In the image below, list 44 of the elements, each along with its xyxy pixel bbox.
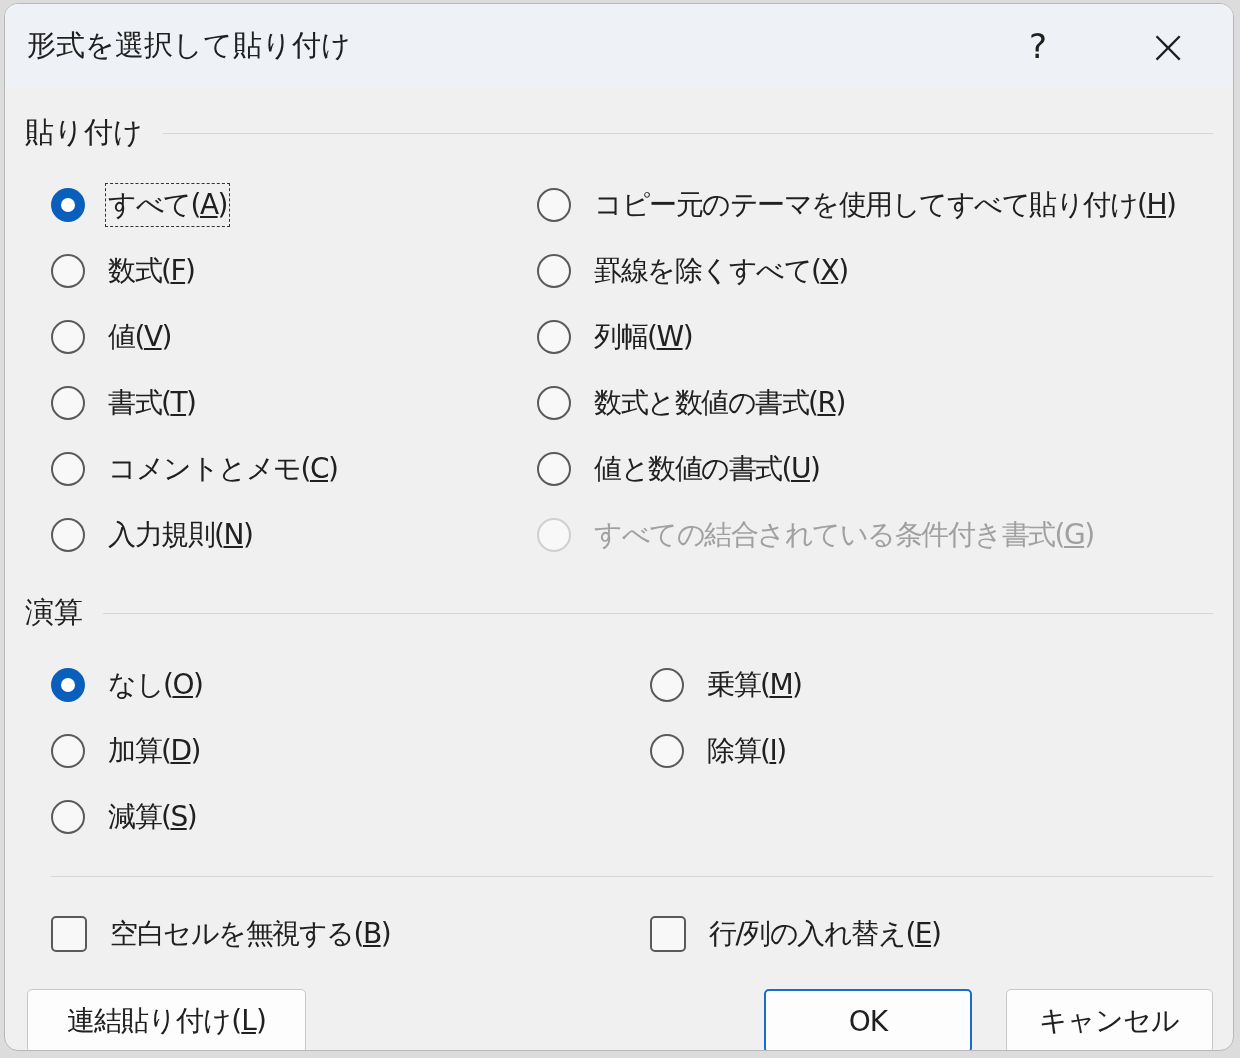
option-label[interactable]: 減算(S) [105, 795, 200, 839]
radio-button[interactable] [51, 320, 85, 354]
dialog-button[interactable]: 連結貼り付け(L) [27, 989, 307, 1050]
option-label[interactable]: 値と数値の書式(U) [591, 447, 823, 491]
radio-button[interactable] [51, 254, 85, 288]
option-label[interactable]: すべて(A) [105, 183, 231, 227]
option-label[interactable]: 数式と数値の書式(R) [591, 381, 848, 425]
option-label[interactable]: コピー元のテーマを使用してすべて貼り付け(H) [591, 183, 1179, 227]
radio-button[interactable] [51, 452, 85, 486]
close-button[interactable]: × [1103, 4, 1233, 88]
dialog-button[interactable]: キャンセル [1005, 989, 1213, 1050]
help-button[interactable]: ? [973, 4, 1103, 88]
radio-button[interactable] [537, 452, 571, 486]
radio-button[interactable] [51, 668, 85, 702]
radio-button[interactable] [537, 386, 571, 420]
checkbox[interactable] [650, 916, 686, 952]
radio-button[interactable] [537, 320, 571, 354]
option-label[interactable]: 罫線を除くすべて(X) [591, 249, 851, 293]
radio-button[interactable] [650, 734, 684, 768]
option-label[interactable]: 入力規則(N) [105, 513, 256, 557]
radio-button[interactable] [51, 188, 85, 222]
checkbox[interactable] [51, 916, 87, 952]
option-label[interactable]: 書式(T) [105, 381, 199, 425]
option-label[interactable]: 加算(D) [105, 729, 203, 773]
radio-button[interactable] [51, 734, 85, 768]
option-label[interactable]: 数式(F) [105, 249, 198, 293]
section-label: 貼り付け [25, 114, 143, 151]
option-label[interactable]: 乗算(M) [704, 663, 805, 707]
radio-button[interactable] [650, 668, 684, 702]
checkbox-label[interactable]: 空白セルを無視する(B) [107, 912, 394, 956]
option-label[interactable]: 列幅(W) [591, 315, 696, 359]
option-label[interactable]: 値(V) [105, 315, 175, 359]
dialog-button[interactable]: OK [764, 989, 972, 1050]
option-label[interactable]: 除算(I) [704, 729, 789, 773]
option-label[interactable]: なし(O) [105, 663, 206, 707]
radio-button[interactable] [51, 800, 85, 834]
section-label: 演算 [25, 594, 83, 631]
radio-button[interactable] [537, 254, 571, 288]
radio-button[interactable] [537, 188, 571, 222]
option-label[interactable]: コメントとメモ(C) [105, 447, 341, 491]
checkbox-label[interactable]: 行/列の入れ替え(E) [706, 912, 944, 956]
window-title: 形式を選択して貼り付け [27, 27, 352, 64]
radio-button[interactable] [51, 518, 85, 552]
radio-button[interactable] [51, 386, 85, 420]
